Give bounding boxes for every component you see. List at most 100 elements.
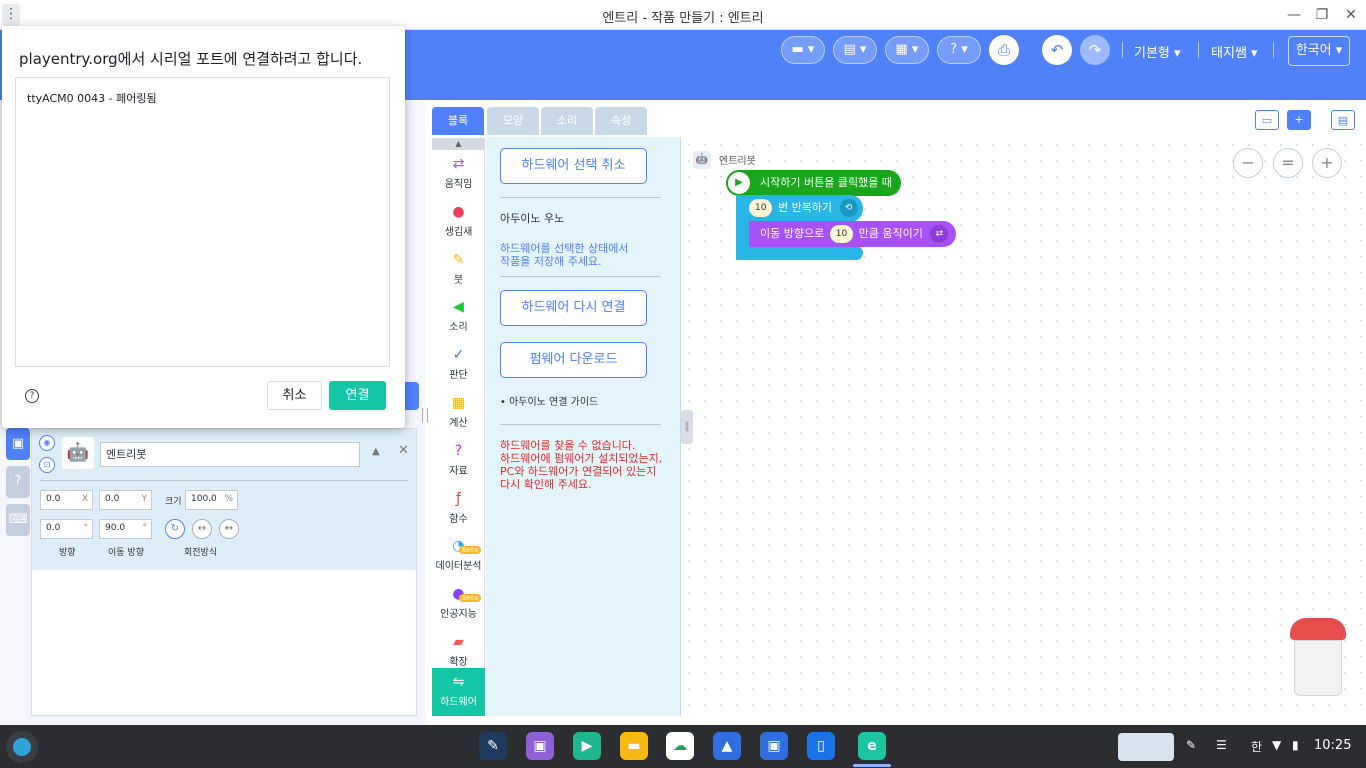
dialog-cancel-button[interactable]: 취소 (267, 381, 322, 410)
stylus-icon[interactable]: ✎ (1186, 738, 1196, 752)
x-field[interactable]: 0.0 X (40, 490, 93, 510)
app-icon-2[interactable]: ▣ (526, 732, 554, 760)
language-dropdown[interactable]: 한국어 ▾ (1288, 36, 1350, 66)
object-side-rail: ▣ ? ⌨ (6, 428, 30, 542)
lock-icon[interactable]: ⊡ (39, 457, 55, 473)
move-direction-field[interactable]: 90.0 ° (99, 519, 152, 539)
calc-icon: ▦ (451, 395, 466, 411)
repeat-block-foot (736, 246, 863, 260)
category-calc[interactable]: ▦ 계산 (432, 389, 485, 437)
backpack-icon[interactable]: ▤ (1331, 110, 1355, 130)
tab-blocks[interactable]: 블록 (432, 107, 484, 135)
trash-can-icon[interactable] (1290, 618, 1346, 698)
dialog-connect-button[interactable]: 연결 (329, 381, 386, 410)
error-line4: 다시 확인해 주세요. (500, 478, 592, 491)
comment-icon[interactable]: ▭ (1255, 110, 1279, 130)
category-data[interactable]: ? 자료 (432, 437, 485, 485)
cloud-icon[interactable]: ☁ (666, 732, 694, 760)
rotate-none-icon[interactable]: ↔ (219, 519, 239, 539)
tab-sounds[interactable]: 소리 (541, 107, 593, 135)
category-brush[interactable]: ✎ 붓 (432, 246, 485, 294)
ime-indicator[interactable]: 한 (1251, 738, 1262, 755)
add-comment-icon[interactable]: + (1287, 110, 1311, 130)
category-looks[interactable]: ● 생김새 (432, 198, 485, 246)
help-tab-icon[interactable]: ? (6, 466, 30, 498)
start-block[interactable]: ▶ 시작하기 버튼을 클릭했을 때 (726, 170, 901, 196)
battery-icon[interactable]: ▮ (1292, 738, 1299, 752)
app-icon-1[interactable]: ✎ (479, 732, 507, 760)
move-block[interactable]: 이동 방향으로 10 만큼 움직이기 ⇄ (749, 221, 956, 247)
wifi-icon[interactable]: ▼ (1272, 738, 1281, 752)
save-menu-icon[interactable]: ▦ ▾ (885, 36, 929, 64)
redo-icon[interactable]: ↷ (1080, 35, 1110, 65)
files-icon[interactable]: ▬ (620, 732, 648, 760)
mode-dropdown[interactable]: 기본형 ▾ (1134, 42, 1181, 61)
category-sound[interactable]: ◀ 소리 (432, 293, 485, 341)
user-dropdown[interactable]: 태지쌤 ▾ (1211, 42, 1258, 61)
zoom-reset-icon[interactable]: = (1273, 148, 1303, 178)
zoom-in-icon[interactable]: + (1312, 148, 1342, 178)
repeat-icon: ⟲ (839, 199, 858, 217)
clipboard-icon[interactable]: ☰ (1216, 738, 1227, 752)
book-icon[interactable]: ▯ (807, 732, 835, 760)
tote-thumbnail[interactable] (1118, 733, 1174, 761)
delete-object-icon[interactable]: ✕ (398, 443, 409, 458)
collapse-up-icon[interactable]: ▲ (372, 446, 380, 457)
rotate-free-icon[interactable]: ↻ (165, 519, 185, 539)
panel-resize-handle[interactable] (422, 408, 428, 422)
repeat-count-input[interactable]: 10 (749, 199, 773, 217)
console-tab-icon[interactable]: ⌨ (6, 504, 30, 536)
move-icon: ⇄ (452, 156, 465, 172)
category-move[interactable]: ⇄ 움직임 (432, 150, 485, 198)
visibility-icon[interactable]: ◉ (39, 435, 55, 451)
category-ai[interactable]: ● Beta 인공지능 (432, 580, 485, 628)
move-direction-label: 이동 방향 (108, 548, 144, 558)
close-window-button[interactable]: ✕ (1339, 5, 1363, 25)
size-field[interactable]: 100.0% (185, 490, 238, 510)
tab-properties[interactable]: 속성 (595, 107, 647, 135)
clock[interactable]: 10:25 (1314, 738, 1351, 753)
entry-app-icon[interactable]: e (858, 732, 886, 760)
device-name: 아두이노 우노 (500, 212, 565, 225)
classroom-icon[interactable]: ▲ (713, 732, 741, 760)
move-value-input[interactable]: 10 (829, 225, 854, 243)
category-hardware[interactable]: ⇋ 하드웨어 (432, 668, 485, 716)
category-analysis[interactable]: ◔ Beta 데이터분석 (432, 532, 485, 580)
save-notice-line1: 하드웨어를 선택한 상태에서 (500, 242, 629, 255)
help-menu-icon[interactable]: ? ▾ (937, 36, 981, 64)
screen-icon[interactable]: ▣ (760, 732, 788, 760)
object-card[interactable]: ◉ ⊡ 🤖 엔트리봇 ▲ ✕ 0.0 X 0.0 Y 크기 100.0% 0.0 ° … (32, 429, 416, 570)
window-title: 엔트리 - 작품 만들기 : 엔트리 (602, 11, 764, 26)
tab-shapes[interactable]: 모양 (487, 107, 539, 135)
arduino-guide-link[interactable]: • 아두이노 연결 가이드 (500, 396, 598, 409)
rotation-label: 회전방식 (184, 548, 218, 558)
palette-resize-handle[interactable]: ‖ (681, 410, 693, 444)
save-notice-line2: 작품을 저장해 주세요. (500, 255, 602, 268)
block-workspace[interactable]: 🤖 엔트리봇 ▶ 시작하기 버튼을 클릭했을 때 10 번 반복하기 ⟲ 이동 … (681, 137, 1366, 716)
dialog-title: playentry.org에서 시리얼 포트에 연결하려고 합니다. (19, 50, 363, 68)
file-menu-icon[interactable]: ▤ ▾ (833, 36, 877, 64)
judge-icon: ✓ (452, 347, 465, 363)
restore-button[interactable]: ❐ (1310, 5, 1334, 25)
category-judge[interactable]: ✓ 판단 (432, 341, 485, 389)
firmware-download-button[interactable]: 펌웨어 다운로드 (500, 342, 647, 378)
undo-icon[interactable]: ↶ (1042, 35, 1072, 65)
reconnect-hardware-button[interactable]: 하드웨어 다시 연결 (500, 290, 647, 326)
stage-toggle-button[interactable] (404, 382, 419, 410)
rotate-horizontal-icon[interactable]: ↔ (192, 519, 212, 539)
help-icon[interactable]: ? (25, 389, 39, 403)
meet-icon[interactable]: ▶ (573, 732, 601, 760)
y-field[interactable]: 0.0 Y (99, 490, 152, 510)
print-icon[interactable]: ⎙ (989, 35, 1019, 65)
direction-field[interactable]: 0.0 ° (40, 519, 93, 539)
category-function[interactable]: ƒ 함수 (432, 485, 485, 533)
minimize-button[interactable]: — (1282, 5, 1306, 25)
category-scroll-up-icon[interactable]: ▲ (432, 138, 485, 150)
zoom-out-icon[interactable]: − (1233, 148, 1263, 178)
cancel-hardware-button[interactable]: 하드웨어 선택 취소 (500, 148, 647, 184)
port-item[interactable]: ttyACM0 0043 - 페어링됨 (27, 90, 157, 106)
object-name-field[interactable]: 엔트리봇 (100, 442, 360, 467)
object-tab-icon[interactable]: ▣ (6, 428, 30, 460)
project-menu-icon[interactable]: ▬ ▾ (781, 36, 825, 64)
launcher-icon[interactable] (6, 731, 38, 763)
